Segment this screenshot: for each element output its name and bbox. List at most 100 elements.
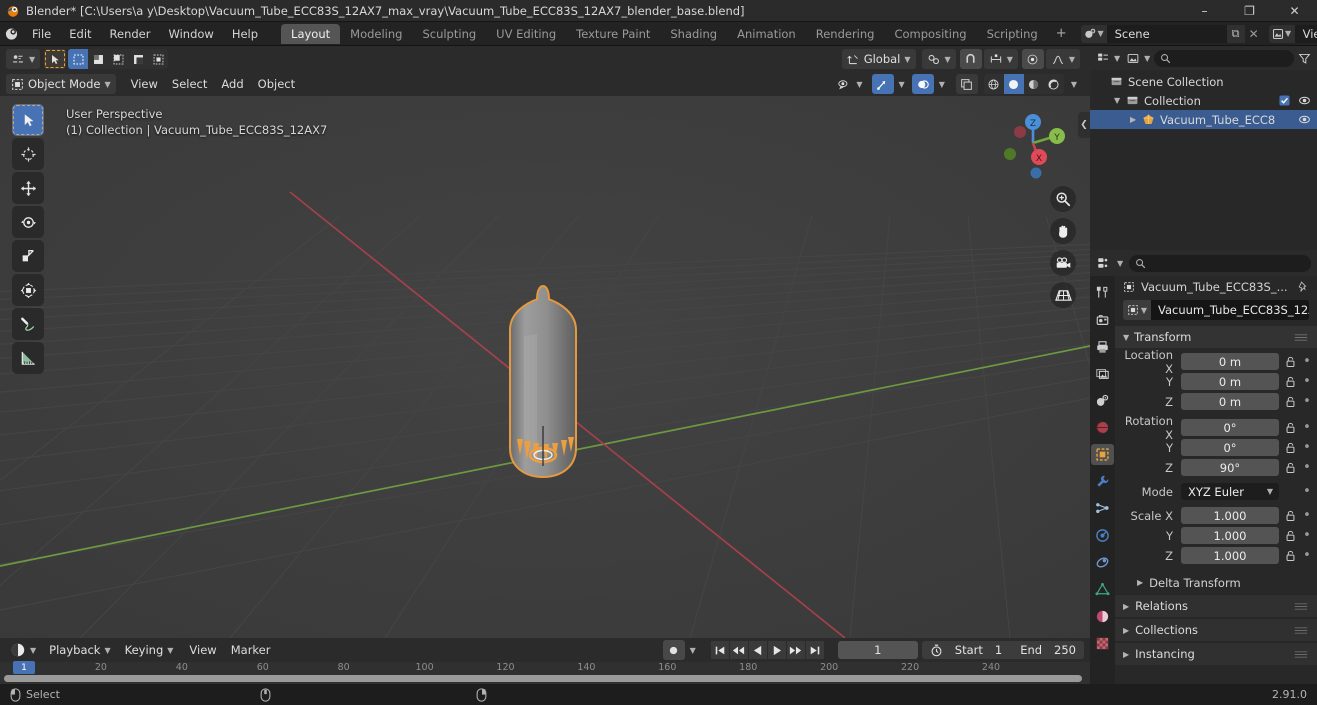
end-frame-value[interactable]: 250 [1054,643,1076,657]
auto-keying-options-dropdown[interactable]: ▼ [687,640,699,660]
animate-property-dot[interactable]: • [1301,460,1313,475]
unlink-scene-button[interactable]: ✕ [1245,25,1263,43]
properties-search-input[interactable] [1129,254,1311,272]
proportional-falloff-dropdown[interactable]: ▼ [1045,49,1080,69]
render-tab[interactable] [1091,309,1114,330]
delta-transform-subpanel[interactable]: ▶ Delta Transform [1115,572,1317,593]
tweak-select-tool[interactable] [12,104,44,136]
lock-icon[interactable] [1283,510,1297,522]
object-mode-dropdown[interactable]: Object Mode ▼ [6,74,116,94]
maximize-button[interactable]: ❐ [1227,0,1272,22]
scene-icon[interactable]: ▼ [1080,24,1107,43]
animate-property-dot[interactable]: • [1301,484,1313,499]
menu-edit[interactable]: Edit [60,25,100,43]
tab-scripting[interactable]: Scripting [977,24,1048,44]
next-keyframe-icon[interactable] [786,641,805,659]
editor-type-dropdown[interactable]: ▼ [6,640,40,660]
new-scene-button[interactable]: ⧉ [1226,24,1245,43]
play-icon[interactable] [767,641,786,659]
auto-keying-toggle[interactable] [662,640,685,660]
menu-file[interactable]: File [23,25,60,43]
measure-tool[interactable] [12,342,44,374]
viewport-menu-select[interactable]: Select [165,75,214,93]
tab-animation[interactable]: Animation [727,24,806,44]
timeline-menu-view[interactable]: View [182,641,223,659]
play-reverse-icon[interactable] [748,641,767,659]
timeline-menu-marker[interactable]: Marker [224,641,278,659]
transform-tool[interactable] [12,274,44,306]
panel-drag-handle[interactable] [1293,602,1309,611]
cursor-tool[interactable] [12,138,44,170]
scale-field-value[interactable]: 1.000 [1181,507,1279,524]
show-gizmo-toggle[interactable] [871,74,894,94]
tool-tab[interactable] [1091,282,1114,303]
modifier-tab[interactable] [1091,471,1114,492]
use-preview-range-icon[interactable] [930,644,943,657]
timeline-menu-playback[interactable]: Playback ▼ [44,640,115,660]
panel-instancing[interactable]: ▶ Instancing [1115,642,1317,665]
world-tab[interactable] [1091,417,1114,438]
blender-menu-icon[interactable] [4,25,19,43]
sidebar-collapse-arrow[interactable]: ❮ [1078,112,1090,138]
select-invert-icon[interactable] [128,49,148,69]
gizmo-options-dropdown[interactable]: ▼ [896,74,908,94]
animate-property-dot[interactable]: • [1301,420,1313,435]
lock-icon[interactable] [1283,442,1297,454]
particles-tab[interactable] [1091,498,1114,519]
menu-render[interactable]: Render [101,25,160,43]
annotate-tool[interactable] [12,308,44,340]
viewport-menu-view[interactable]: View [124,75,165,93]
proportional-editing-toggle[interactable] [1021,49,1044,69]
transform-field-value[interactable]: 90° [1181,459,1279,476]
current-frame-field[interactable]: 1 [837,641,918,659]
panel-drag-handle[interactable] [1293,650,1309,659]
outliner-row[interactable]: Scene Collection [1090,72,1317,91]
viewport-menu-add[interactable]: Add [214,75,250,93]
timeline-menu-keying[interactable]: Keying ▼ [120,640,179,660]
outliner-row[interactable]: ▼ Collection [1090,91,1317,110]
physics-tab[interactable] [1091,525,1114,546]
tab-sculpting[interactable]: Sculpting [412,24,486,44]
view-layer-name[interactable]: View Layer [1294,24,1317,43]
material-tab[interactable] [1091,606,1114,627]
transform-orientation-dropdown[interactable]: Global ▼ [841,49,916,69]
select-intersect-icon[interactable] [148,49,168,69]
lock-icon[interactable] [1283,396,1297,408]
animate-property-dot[interactable]: • [1301,548,1313,563]
output-tab[interactable] [1091,336,1114,357]
3d-viewport[interactable]: User Perspective (1) Collection | Vacuum… [0,96,1090,638]
wireframe-shading-icon[interactable] [984,74,1004,94]
grid-icon[interactable] [1050,282,1076,308]
menu-help[interactable]: Help [223,25,267,43]
overlays-options-dropdown[interactable]: ▼ [936,74,948,94]
hand-icon[interactable] [1050,218,1076,244]
outliner-filter-display-icon[interactable] [1126,52,1140,65]
solid-shading-icon[interactable] [1003,74,1024,94]
menu-window[interactable]: Window [159,25,222,43]
outliner-expander[interactable]: ▼ [1114,96,1126,105]
transform-field-value[interactable]: 0 m [1181,393,1279,410]
transform-field-value[interactable]: 0 m [1181,373,1279,390]
properties-editor-type-icon[interactable] [1096,256,1111,270]
camera-icon[interactable] [1050,250,1076,276]
close-button[interactable]: ✕ [1272,0,1317,22]
tab-rendering[interactable]: Rendering [806,24,885,44]
zoom-icon[interactable] [1050,186,1076,212]
pin-icon[interactable] [1297,281,1309,293]
select-subtract-icon[interactable] [108,49,128,69]
constraints-tab[interactable] [1091,552,1114,573]
tab-uv-editing[interactable]: UV Editing [486,24,566,44]
visibility-dropdown[interactable]: ▼ [832,74,867,94]
scale-field-value[interactable]: 1.000 [1181,547,1279,564]
transform-panel-header[interactable]: ▼ Transform [1115,326,1317,348]
jump-start-icon[interactable] [710,641,729,659]
animate-property-dot[interactable]: • [1301,528,1313,543]
scale-tool[interactable] [12,240,44,272]
tweak-tool-button[interactable] [44,49,67,69]
tab-texture-paint[interactable]: Texture Paint [566,24,660,44]
scale-field-value[interactable]: 1.000 [1181,527,1279,544]
view-layer-tab[interactable] [1091,363,1114,384]
panel-collections[interactable]: ▶ Collections [1115,618,1317,641]
lock-icon[interactable] [1283,376,1297,388]
jump-end-icon[interactable] [805,641,824,659]
